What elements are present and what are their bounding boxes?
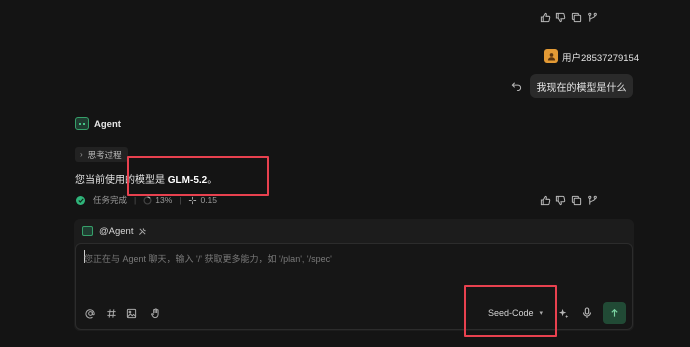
check-circle-icon: [76, 195, 85, 205]
send-button[interactable]: [603, 302, 626, 324]
copy-icon[interactable]: [570, 11, 582, 23]
highlight-box-answer: [127, 156, 269, 196]
branch-icon[interactable]: [586, 11, 598, 23]
arrow-up-icon: [610, 308, 619, 318]
progress-ring-icon: [143, 195, 152, 205]
message-input-placeholder: 您正在与 Agent 聊天，输入 '/' 获取更多能力，如 '/plan', '…: [84, 254, 332, 264]
composer-header: @Agent: [74, 219, 634, 243]
usage-percent: 13%: [155, 195, 173, 205]
sparkle-cost-icon: [188, 196, 197, 205]
agent-logo-icon: [75, 117, 89, 130]
user-avatar: [544, 49, 558, 63]
thinking-process-toggle[interactable]: › 思考过程: [75, 147, 128, 162]
thumbs-down-icon[interactable]: [554, 11, 566, 23]
hand-pointer-icon[interactable]: [149, 307, 161, 319]
thumbs-up-icon[interactable]: [539, 11, 551, 23]
status-label: 任务完成: [93, 195, 128, 205]
thumbs-down-icon[interactable]: [554, 194, 566, 206]
task-status-row: 任务完成 | 13% | 0.15: [76, 194, 217, 206]
cost-value: 0.15: [200, 195, 218, 205]
agent-name: Agent: [94, 119, 121, 130]
thinking-label: 思考过程: [87, 149, 122, 160]
agent-mini-logo-icon: [82, 226, 93, 236]
user-name: 用户28537279154: [562, 53, 640, 64]
settings-tools-icon[interactable]: [138, 227, 147, 236]
undo-icon[interactable]: [510, 80, 522, 92]
branch-icon[interactable]: [586, 194, 598, 206]
highlight-box-model: [464, 285, 557, 337]
sparkle-icon[interactable]: [557, 307, 569, 319]
chevron-right-icon: ›: [80, 150, 83, 159]
image-upload-icon[interactable]: [125, 307, 137, 319]
at-mention-icon[interactable]: [84, 307, 96, 319]
copy-icon[interactable]: [570, 194, 582, 206]
agent-mention-tag[interactable]: @Agent: [99, 226, 133, 237]
user-message-bubble: 我现在的模型是什么: [530, 74, 633, 98]
thumbs-up-icon[interactable]: [539, 194, 551, 206]
microphone-icon[interactable]: [581, 307, 593, 319]
hashtag-icon[interactable]: [105, 307, 117, 319]
